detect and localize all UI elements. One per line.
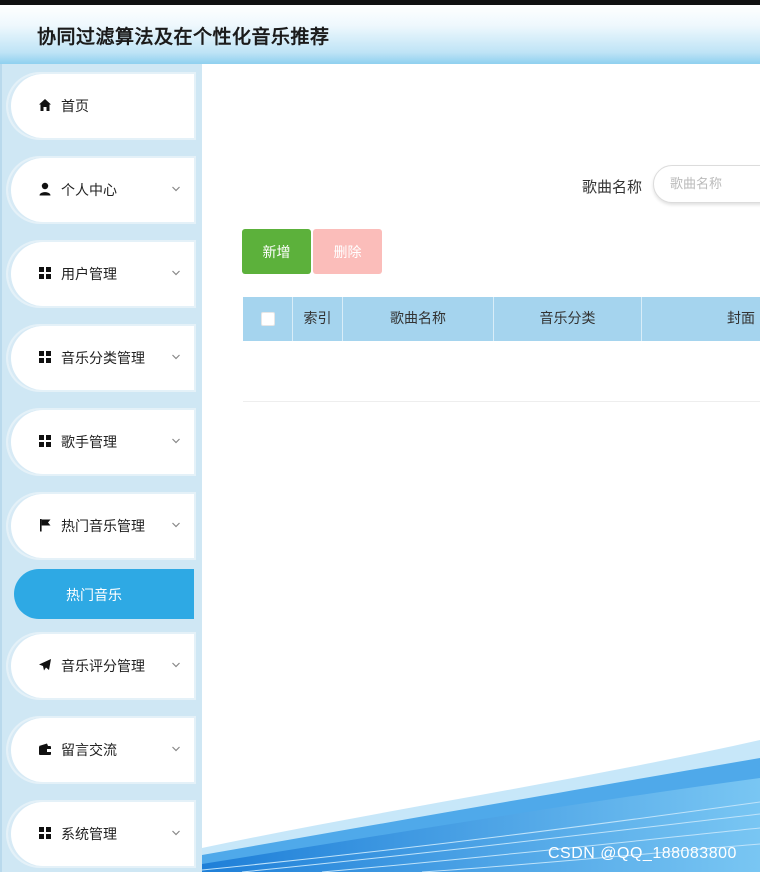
wallet-icon	[39, 743, 51, 755]
chevron-down-icon	[172, 438, 180, 444]
column-header-music-category[interactable]: 音乐分类	[494, 297, 642, 341]
search-label: 歌曲名称	[582, 178, 643, 196]
sidebar-item-label: 个人中心	[61, 183, 117, 199]
sidebar-item-label: 音乐分类管理	[61, 351, 145, 367]
sidebar-item-personal-center[interactable]: 个人中心	[8, 158, 194, 222]
sidebar-item-label: 用户管理	[61, 267, 117, 283]
sidebar-item-music-category-management[interactable]: 音乐分类管理	[8, 326, 194, 390]
sidebar-item-label: 留言交流	[61, 743, 117, 759]
app-header: 协同过滤算法及在个性化音乐推荐	[0, 5, 760, 64]
column-header-cover[interactable]: 封面	[642, 297, 760, 341]
user-icon	[39, 182, 51, 196]
sidebar-item-hot-music-management[interactable]: 热门音乐管理	[8, 494, 194, 558]
add-button[interactable]: 新增	[242, 229, 311, 274]
column-header-song-name[interactable]: 歌曲名称	[343, 297, 494, 341]
sidebar-subitem-label: 热门音乐	[66, 588, 122, 604]
flag-icon	[40, 519, 51, 532]
sidebar-subitem-hot-music[interactable]: 热门音乐	[14, 569, 194, 619]
watermark-text: CSDN @QQ_188083800	[548, 845, 737, 862]
select-all-checkbox[interactable]	[261, 312, 275, 326]
sidebar-item-label: 歌手管理	[61, 435, 117, 451]
select-all-cell	[243, 297, 293, 341]
table-divider	[243, 401, 760, 402]
chevron-down-icon	[172, 186, 180, 192]
sidebar: 首页 个人中心 用户管理 音乐分类管理 歌手管理 热门音乐管理 热门音乐 音乐评…	[0, 64, 202, 872]
sidebar-item-label: 首页	[61, 99, 89, 115]
chevron-down-icon	[172, 354, 180, 360]
grid-icon	[39, 267, 51, 279]
chevron-down-icon	[172, 746, 180, 752]
sidebar-item-system-management[interactable]: 系统管理	[8, 802, 194, 866]
song-name-search-input[interactable]	[653, 165, 760, 203]
sidebar-item-label: 系统管理	[61, 827, 117, 843]
grid-icon	[39, 827, 51, 839]
sidebar-item-music-rating-management[interactable]: 音乐评分管理	[8, 634, 194, 698]
chevron-down-icon	[172, 662, 180, 668]
sidebar-item-home[interactable]: 首页	[8, 74, 194, 138]
sidebar-item-label: 音乐评分管理	[61, 659, 145, 675]
sidebar-item-user-management[interactable]: 用户管理	[8, 242, 194, 306]
chevron-down-icon	[172, 830, 180, 836]
home-icon	[39, 99, 51, 111]
table-header: 索引 歌曲名称 音乐分类 封面	[243, 297, 760, 341]
chevron-down-icon	[172, 522, 180, 528]
paper-plane-icon	[39, 659, 51, 671]
delete-button[interactable]: 删除	[313, 229, 382, 274]
sidebar-item-singer-management[interactable]: 歌手管理	[8, 410, 194, 474]
grid-icon	[39, 435, 51, 447]
grid-icon	[39, 351, 51, 363]
sidebar-item-label: 热门音乐管理	[61, 519, 145, 535]
column-header-index[interactable]: 索引	[293, 297, 343, 341]
app-title: 协同过滤算法及在个性化音乐推荐	[37, 26, 330, 48]
sidebar-item-message-board[interactable]: 留言交流	[8, 718, 194, 782]
chevron-down-icon	[172, 270, 180, 276]
